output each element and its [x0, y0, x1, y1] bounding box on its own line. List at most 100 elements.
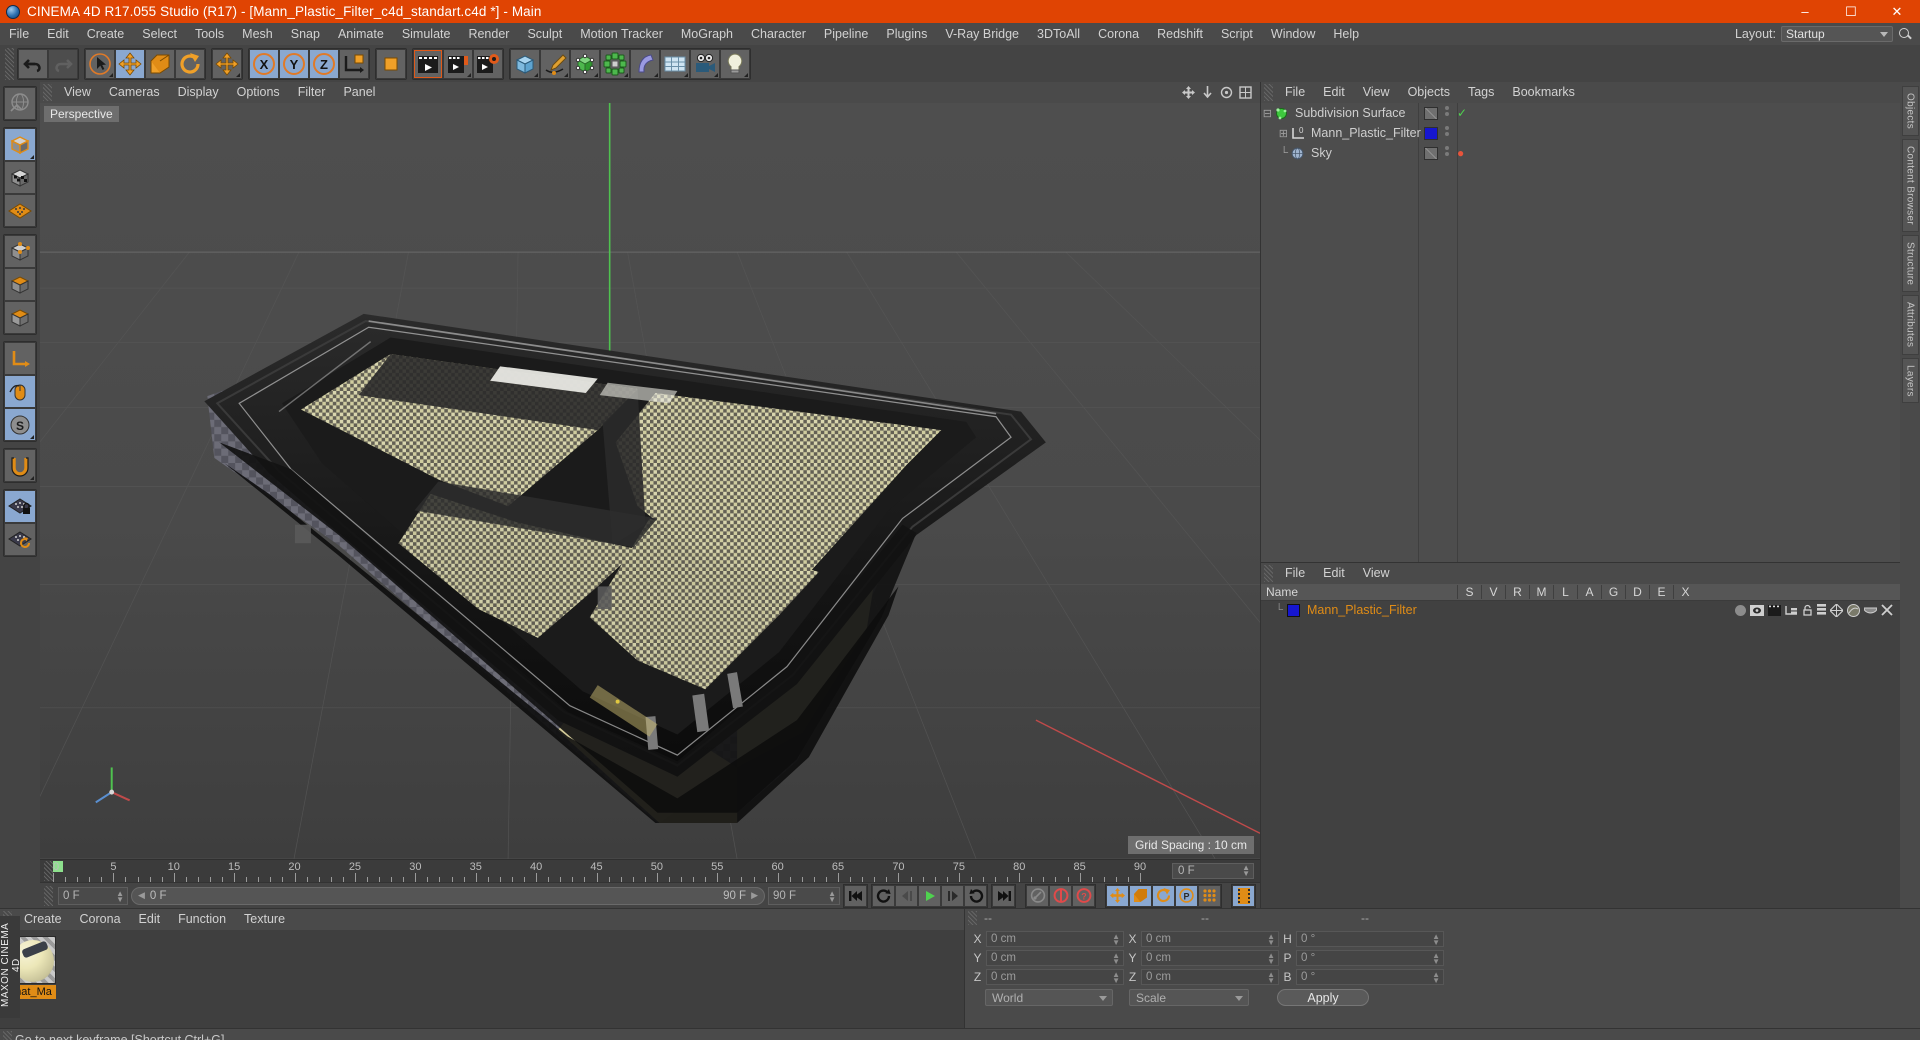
disabled-dot-icon[interactable]: ● [1457, 146, 1464, 160]
light-button[interactable] [720, 48, 750, 79]
matmgr-menu-corona[interactable]: Corona [71, 909, 130, 930]
visibility-dots[interactable] [1445, 146, 1449, 156]
pan-icon[interactable] [1182, 86, 1195, 99]
spinner-icon[interactable]: ▲ ▼ [1112, 971, 1120, 985]
status-grip[interactable] [3, 1030, 12, 1040]
object-tag-swatch[interactable] [1424, 146, 1438, 160]
apply-button[interactable]: Apply [1277, 989, 1369, 1006]
redo-button[interactable] [48, 48, 78, 79]
menu-3dtoall[interactable]: 3DToAll [1028, 23, 1089, 45]
object-row[interactable]: ⊟ Subdivision Surface ✓ [1261, 103, 1900, 123]
objmgr-menu-bookmarks[interactable]: Bookmarks [1503, 82, 1584, 103]
tree-expand-icon[interactable]: └ [1261, 147, 1291, 159]
maximize-button[interactable]: ☐ [1828, 0, 1874, 23]
perspective-viewport[interactable]: Perspective Grid Spacing : 10 cm [40, 103, 1260, 859]
rotation-key-button[interactable] [1152, 884, 1175, 907]
spinner-icon[interactable]: ▲ ▼ [1267, 952, 1275, 966]
object-tag-swatch[interactable] [1424, 126, 1438, 140]
material-list[interactable]: mat_Ma [0, 930, 964, 1028]
close-button[interactable]: ✕ [1874, 0, 1920, 23]
menu-select[interactable]: Select [133, 23, 186, 45]
active-tool-button[interactable] [212, 48, 242, 79]
visibility-dots[interactable] [1445, 126, 1449, 136]
toggle-timeline-button[interactable] [1232, 884, 1255, 907]
viewport-menu-display[interactable]: Display [169, 82, 228, 103]
coord-field-size-y[interactable]: 0 cm ▲ ▼ [1141, 950, 1279, 966]
position-key-button[interactable] [1106, 884, 1129, 907]
lock-workplane-button[interactable] [4, 490, 36, 523]
object-row[interactable]: └ Sky ● [1261, 143, 1900, 163]
frame-start-field[interactable]: 0 F ▲ ▼ [58, 886, 128, 905]
tag-scene-icon[interactable] [1864, 605, 1877, 615]
point-level-animation-button[interactable] [1198, 884, 1221, 907]
spinner-icon[interactable]: ▲ ▼ [1267, 971, 1275, 985]
coord-field-rotation-b[interactable]: 0 ° ▲ ▼ [1296, 969, 1444, 985]
matcol-a[interactable]: A [1577, 585, 1601, 599]
spinner-icon[interactable]: ▲ ▼ [1432, 952, 1440, 966]
menu-edit[interactable]: Edit [38, 23, 78, 45]
menu-tools[interactable]: Tools [186, 23, 233, 45]
matcol-x[interactable]: X [1673, 585, 1697, 599]
go-to-end-button[interactable] [992, 884, 1015, 907]
object-axis-cube-button[interactable] [376, 48, 406, 79]
mattag-menu-view[interactable]: View [1354, 563, 1399, 584]
menu-render[interactable]: Render [459, 23, 518, 45]
polygons-mode-button[interactable] [4, 301, 36, 334]
menu-corona[interactable]: Corona [1089, 23, 1148, 45]
objmgr-menu-objects[interactable]: Objects [1399, 82, 1459, 103]
tag-display-icon[interactable] [1750, 604, 1764, 616]
edge-tab-objects[interactable]: Objects [1901, 86, 1919, 137]
coord-field-size-x[interactable]: 0 cm ▲ ▼ [1141, 931, 1279, 947]
spinner-icon[interactable]: ▲ ▼ [1267, 933, 1275, 947]
edge-tab-attributes[interactable]: Attributes [1901, 295, 1919, 355]
menu-create[interactable]: Create [78, 23, 134, 45]
tree-collapse-icon[interactable]: ⊟ [1261, 107, 1275, 120]
mattag-menu-edit[interactable]: Edit [1314, 563, 1354, 584]
scale-key-button[interactable] [1129, 884, 1152, 907]
tag-lock-icon[interactable] [1802, 604, 1813, 616]
matcol-name[interactable]: Name [1261, 585, 1457, 599]
camera-button[interactable] [690, 48, 720, 79]
toolbar-grip[interactable] [5, 47, 14, 80]
menu-script[interactable]: Script [1212, 23, 1262, 45]
coord-field-size-z[interactable]: 0 cm ▲ ▼ [1141, 969, 1279, 985]
parameter-key-button[interactable]: P [1175, 884, 1198, 907]
loop-button[interactable] [964, 884, 987, 907]
render-settings-button[interactable] [473, 48, 503, 79]
viewport-menu-panel[interactable]: Panel [334, 82, 384, 103]
spinner-icon[interactable]: ▲ ▼ [1432, 971, 1440, 985]
coord-field-rotation-h[interactable]: 0 ° ▲ ▼ [1296, 931, 1444, 947]
world-object-axis-button[interactable] [339, 48, 369, 79]
layout-dropdown[interactable]: Startup [1781, 26, 1893, 42]
texture-mode-button[interactable] [4, 161, 36, 194]
menu-v-ray-bridge[interactable]: V-Ray Bridge [936, 23, 1028, 45]
x-axis-button[interactable]: X [249, 48, 279, 79]
coordinates-grip[interactable] [968, 911, 977, 925]
go-to-next-keyframe-button[interactable] [941, 884, 964, 907]
generator-group-button[interactable] [570, 48, 600, 79]
rotate-tool-button[interactable] [175, 48, 205, 79]
frame-end-field[interactable]: 90 F ▲ ▼ [768, 886, 840, 905]
dolly-icon[interactable] [1201, 86, 1214, 99]
viewport-solo-mouse-button[interactable] [4, 375, 36, 408]
object-tag-swatch[interactable] [1424, 106, 1438, 120]
edge-tab-content-browser[interactable]: Content Browser [1901, 139, 1919, 232]
maximize-view-icon[interactable] [1239, 86, 1252, 99]
tag-deformer-icon[interactable] [1847, 603, 1860, 617]
menu-mesh[interactable]: Mesh [233, 23, 282, 45]
menu-simulate[interactable]: Simulate [393, 23, 460, 45]
tree-expand-icon[interactable]: ⊞ [1261, 127, 1291, 140]
menu-plugins[interactable]: Plugins [877, 23, 936, 45]
matmgr-menu-function[interactable]: Function [169, 909, 235, 930]
coord-field-position-y[interactable]: 0 cm ▲ ▼ [986, 950, 1124, 966]
matcol-l[interactable]: L [1553, 585, 1577, 599]
timeline-current-frame-field[interactable]: 0 F ▲ ▼ [1172, 863, 1254, 879]
menu-help[interactable]: Help [1324, 23, 1368, 45]
timeline-grip[interactable] [44, 861, 53, 881]
matcol-m[interactable]: M [1529, 585, 1553, 599]
points-mode-button[interactable] [4, 235, 36, 268]
matmgr-menu-edit[interactable]: Edit [130, 909, 170, 930]
spinner-icon[interactable]: ▲ ▼ [1112, 933, 1120, 947]
select-tool-button[interactable] [85, 48, 115, 79]
play-backwards-button[interactable] [895, 884, 918, 907]
